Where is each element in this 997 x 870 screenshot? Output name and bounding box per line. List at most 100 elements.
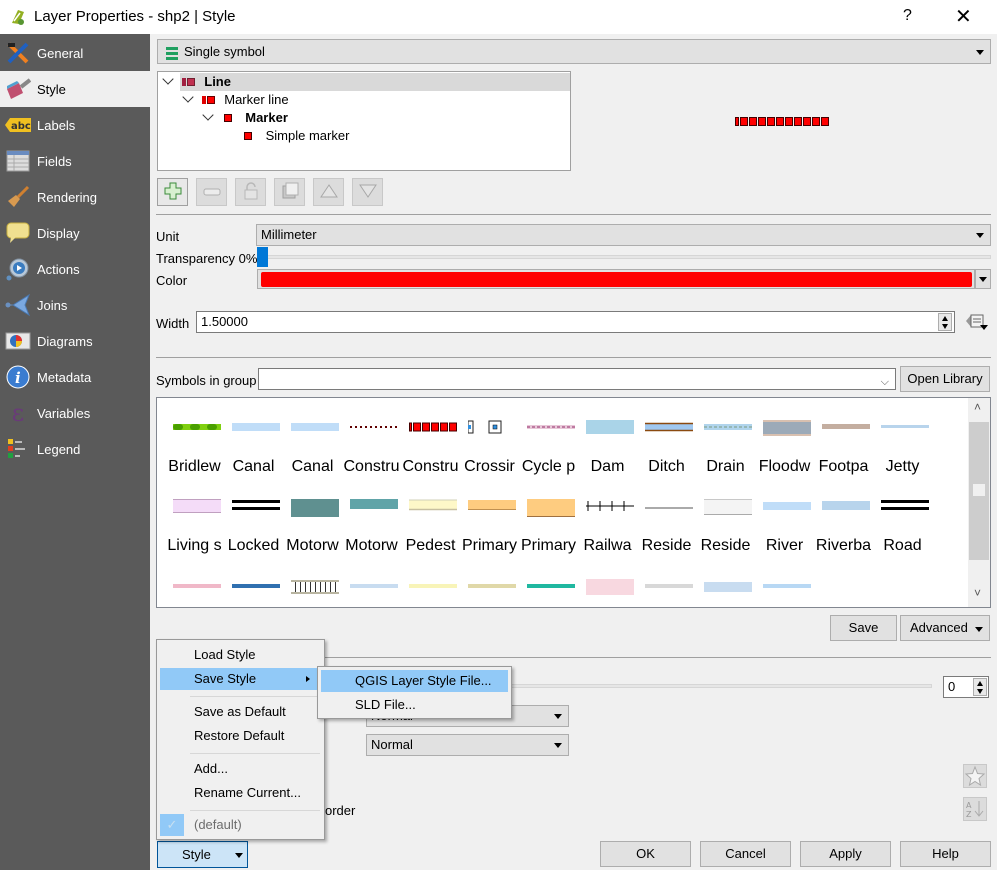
style-menu-button[interactable]: Style xyxy=(157,841,248,868)
symbol-item[interactable]: Canal xyxy=(224,420,283,495)
symbol-item[interactable]: Motorw xyxy=(283,499,342,574)
color-dropdown-button[interactable] xyxy=(975,269,991,289)
sidebar-item-display[interactable]: Display xyxy=(0,215,150,251)
sort-az-button[interactable]: AZ xyxy=(963,797,987,821)
move-down-button[interactable] xyxy=(352,178,383,206)
symbol-item[interactable]: Drain xyxy=(696,420,755,495)
symbol-item[interactable]: Crossir xyxy=(460,420,519,495)
sidebar-item-fields[interactable]: Fields xyxy=(0,143,150,179)
unit-select[interactable]: Millimeter xyxy=(256,224,991,246)
symbol-item[interactable]: Bridlew xyxy=(165,420,224,495)
move-up-button[interactable] xyxy=(313,178,344,206)
symbol-item[interactable] xyxy=(704,582,752,592)
sidebar-item-actions[interactable]: Actions xyxy=(0,251,150,287)
symbol-group-select[interactable]: ⌵ xyxy=(258,368,896,390)
menu-item-sld-file[interactable]: SLD File... xyxy=(321,694,508,716)
open-library-button[interactable]: Open Library xyxy=(900,366,990,392)
symbol-item[interactable]: Footpa xyxy=(814,420,873,495)
symbol-item[interactable] xyxy=(291,580,339,594)
menu-item-add[interactable]: Add... xyxy=(160,758,321,780)
color-button[interactable] xyxy=(257,269,975,289)
symbol-swatch xyxy=(527,499,575,520)
symbol-name: Road xyxy=(883,537,922,554)
speech-bubble-icon xyxy=(5,221,31,245)
sidebar-item-general[interactable]: General xyxy=(0,35,150,71)
favorite-button[interactable] xyxy=(963,764,987,788)
symbol-item[interactable]: Motorw xyxy=(342,499,401,574)
lock-layer-button[interactable] xyxy=(235,178,266,206)
symbol-item[interactable]: Dam xyxy=(578,420,637,495)
symbol-item[interactable]: Cycle p xyxy=(519,420,578,495)
advanced-button[interactable]: Advanced xyxy=(900,615,990,641)
symbol-item[interactable]: Pedest xyxy=(401,499,460,574)
menu-item-save-style[interactable]: Save Style xyxy=(160,668,321,690)
menu-item-rename-current[interactable]: Rename Current... xyxy=(160,782,321,804)
sidebar-item-variables[interactable]: ε Variables xyxy=(0,395,150,431)
tree-item-simple-marker[interactable]: Simple marker xyxy=(244,127,349,145)
apply-button[interactable]: Apply xyxy=(800,841,891,867)
tree-item-marker-line[interactable]: Marker line xyxy=(182,91,289,109)
sidebar-item-legend[interactable]: Legend xyxy=(0,431,150,467)
symbol-item[interactable]: Railwa xyxy=(578,499,637,574)
symbol-item[interactable]: Road xyxy=(873,499,932,574)
sidebar-item-style[interactable]: Style xyxy=(0,71,150,107)
menu-item-qgis-layer-style-file[interactable]: QGIS Layer Style File... xyxy=(321,670,508,692)
symbol-item[interactable]: Constru xyxy=(401,420,460,495)
help-button[interactable]: Help xyxy=(900,841,991,867)
symbol-name: Bridlew xyxy=(168,458,221,475)
tree-item-marker[interactable]: Marker xyxy=(202,109,288,127)
symbol-item[interactable]: Ditch xyxy=(637,420,696,495)
transparency-slider-handle[interactable] xyxy=(257,247,268,267)
symbol-item[interactable] xyxy=(173,584,221,588)
duplicate-layer-button[interactable] xyxy=(274,178,305,206)
sidebar-item-labels[interactable]: abc Labels xyxy=(0,107,150,143)
symbol-item[interactable]: Constru xyxy=(342,420,401,495)
layer-transparency-slider[interactable] xyxy=(500,684,932,688)
symbol-item[interactable] xyxy=(586,579,634,595)
width-input[interactable]: 1.50000 xyxy=(196,311,955,333)
symbol-item[interactable] xyxy=(232,584,280,588)
menu-item-load-style[interactable]: Load Style xyxy=(160,644,321,666)
symbol-item[interactable]: River xyxy=(755,499,814,574)
help-title-button[interactable]: ? xyxy=(903,7,912,25)
symbol-item[interactable]: Reside xyxy=(637,499,696,574)
save-symbol-button[interactable]: Save xyxy=(830,615,897,641)
close-button[interactable]: ✕ xyxy=(955,4,972,29)
tree-item-line[interactable]: Line xyxy=(162,73,231,91)
cancel-button[interactable]: Cancel xyxy=(700,841,791,867)
symbol-item[interactable] xyxy=(763,584,811,588)
symbol-grid-scrollbar[interactable]: ˄ ˅ xyxy=(968,398,990,607)
menu-item-default[interactable]: ✓ (default) xyxy=(160,814,321,836)
ok-button[interactable]: OK xyxy=(600,841,691,867)
sidebar-item-metadata[interactable]: i Metadata xyxy=(0,359,150,395)
feature-blend-mode-select[interactable]: Normal xyxy=(366,734,569,756)
transparency-slider-track[interactable] xyxy=(258,255,991,259)
symbol-item[interactable] xyxy=(527,584,575,588)
symbol-item[interactable] xyxy=(350,584,398,588)
data-defined-override-button[interactable] xyxy=(964,312,990,332)
symbol-item[interactable]: Living s xyxy=(165,499,224,574)
scrollbar-thumb[interactable] xyxy=(973,484,985,496)
symbol-item[interactable]: Reside xyxy=(696,499,755,574)
width-spinner[interactable] xyxy=(938,313,952,331)
menu-item-save-as-default[interactable]: Save as Default xyxy=(160,701,321,723)
layer-transparency-spinner[interactable] xyxy=(973,678,987,696)
symbol-item[interactable]: Primary xyxy=(460,499,519,574)
symbol-item[interactable]: Primary xyxy=(519,499,578,574)
renderer-type-select[interactable]: Single symbol xyxy=(157,39,991,64)
symbol-item[interactable] xyxy=(409,584,457,588)
symbol-item[interactable] xyxy=(468,584,516,588)
symbol-item[interactable]: Locked xyxy=(224,499,283,574)
sidebar-item-joins[interactable]: Joins xyxy=(0,287,150,323)
sidebar-item-diagrams[interactable]: Diagrams xyxy=(0,323,150,359)
symbol-item[interactable]: Jetty xyxy=(873,420,932,495)
symbol-item[interactable]: Riverba xyxy=(814,499,873,574)
add-symbol-layer-button[interactable] xyxy=(157,178,188,206)
symbol-item[interactable]: Canal xyxy=(283,420,342,495)
single-symbol-icon xyxy=(166,45,178,68)
sidebar-item-rendering[interactable]: Rendering xyxy=(0,179,150,215)
remove-symbol-layer-button[interactable] xyxy=(196,178,227,206)
symbol-item[interactable]: Floodw xyxy=(755,420,814,495)
menu-item-restore-default[interactable]: Restore Default xyxy=(160,725,321,747)
symbol-item[interactable] xyxy=(645,584,693,588)
